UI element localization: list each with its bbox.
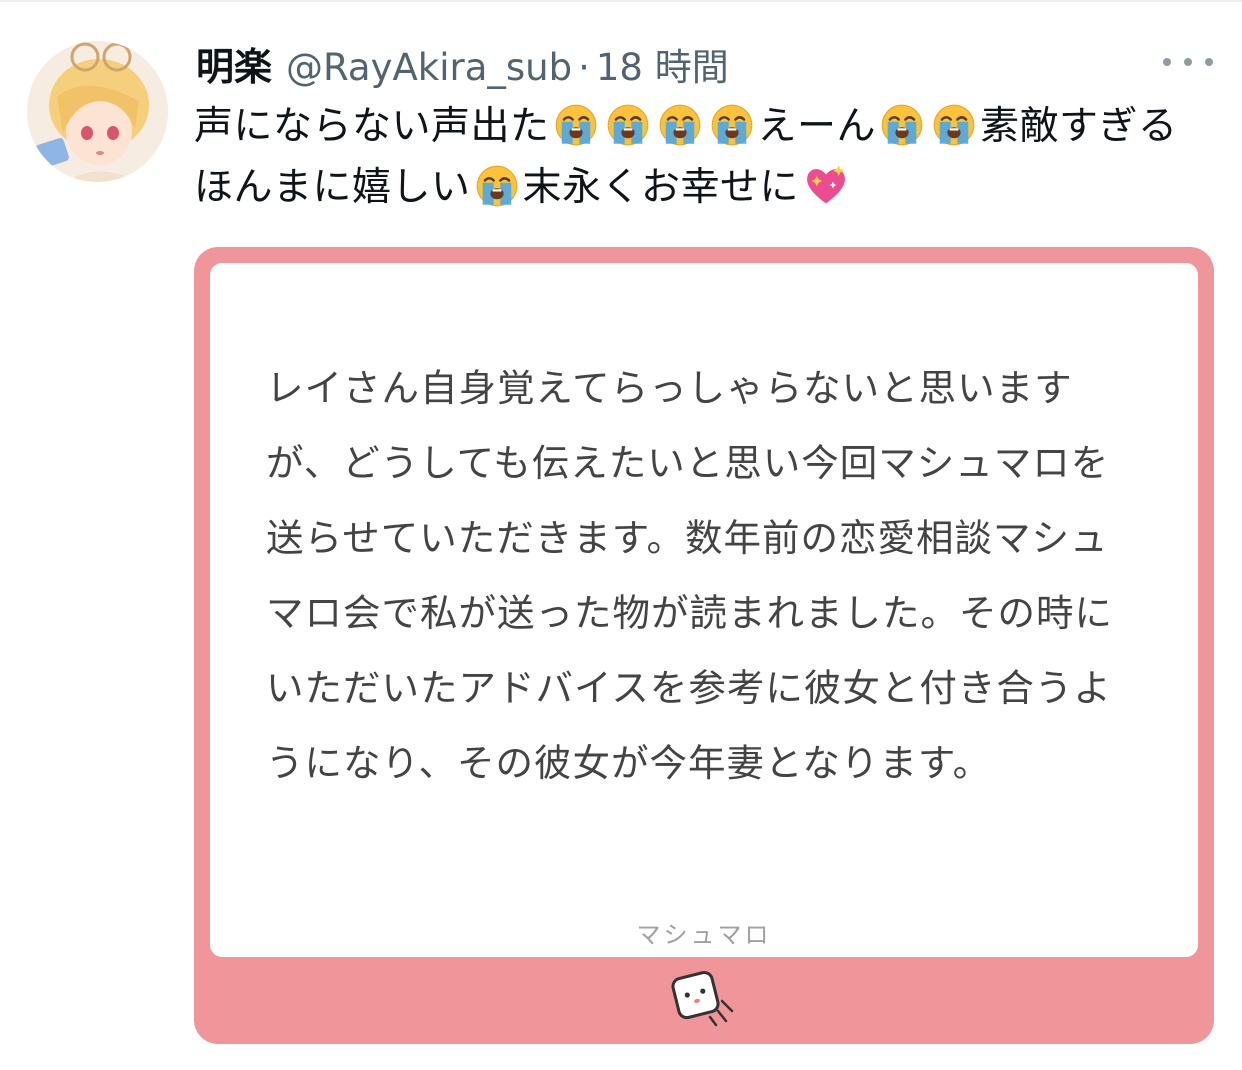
avatar[interactable]: [27, 41, 168, 182]
loudly-crying-face-icon: [475, 164, 519, 208]
loudly-crying-face-icon: [658, 103, 702, 147]
more-dots-icon: [1163, 58, 1171, 66]
more-button[interactable]: [1163, 50, 1213, 74]
tweet-text-part: 末永くお幸せに: [522, 165, 800, 210]
top-divider: [0, 0, 1242, 2]
avatar-image: [27, 41, 168, 182]
tweet-text: 声にならない声出た えーん 素敵すぎるほんまに嬉しい 末永くお幸せに: [194, 96, 1204, 218]
timestamp[interactable]: 18 時間: [596, 37, 729, 91]
user-handle[interactable]: @RayAkira_sub: [286, 46, 572, 89]
card-brand-label: マシュマロ: [636, 921, 772, 949]
loudly-crying-face-icon: [932, 103, 976, 147]
tweet-text-part: 声にならない声出た: [194, 104, 550, 149]
tweet-header: 明楽 @RayAkira_sub · 18 時間: [196, 36, 729, 92]
tweet-text-part: えーん: [757, 104, 877, 149]
loudly-crying-face-icon: [880, 103, 924, 147]
card-message-box: レイさん自身覚えてらっしゃらないと思いますが、どうしても伝えたいと思い今回マシュ…: [210, 263, 1198, 957]
loudly-crying-face-icon: [606, 103, 650, 147]
separator: ·: [578, 46, 590, 89]
marshmallow-mascot-icon: [671, 971, 734, 1027]
marshmallow-card[interactable]: レイさん自身覚えてらっしゃらないと思いますが、どうしても伝えたいと思い今回マシュ…: [194, 247, 1214, 1044]
loudly-crying-face-icon: [710, 103, 754, 147]
card-message: レイさん自身覚えてらっしゃらないと思いますが、どうしても伝えたいと思い今回マシュ…: [266, 366, 1113, 785]
loudly-crying-face-icon: [554, 103, 598, 147]
display-name[interactable]: 明楽: [196, 36, 272, 91]
sparkling-heart-icon: [803, 162, 849, 208]
